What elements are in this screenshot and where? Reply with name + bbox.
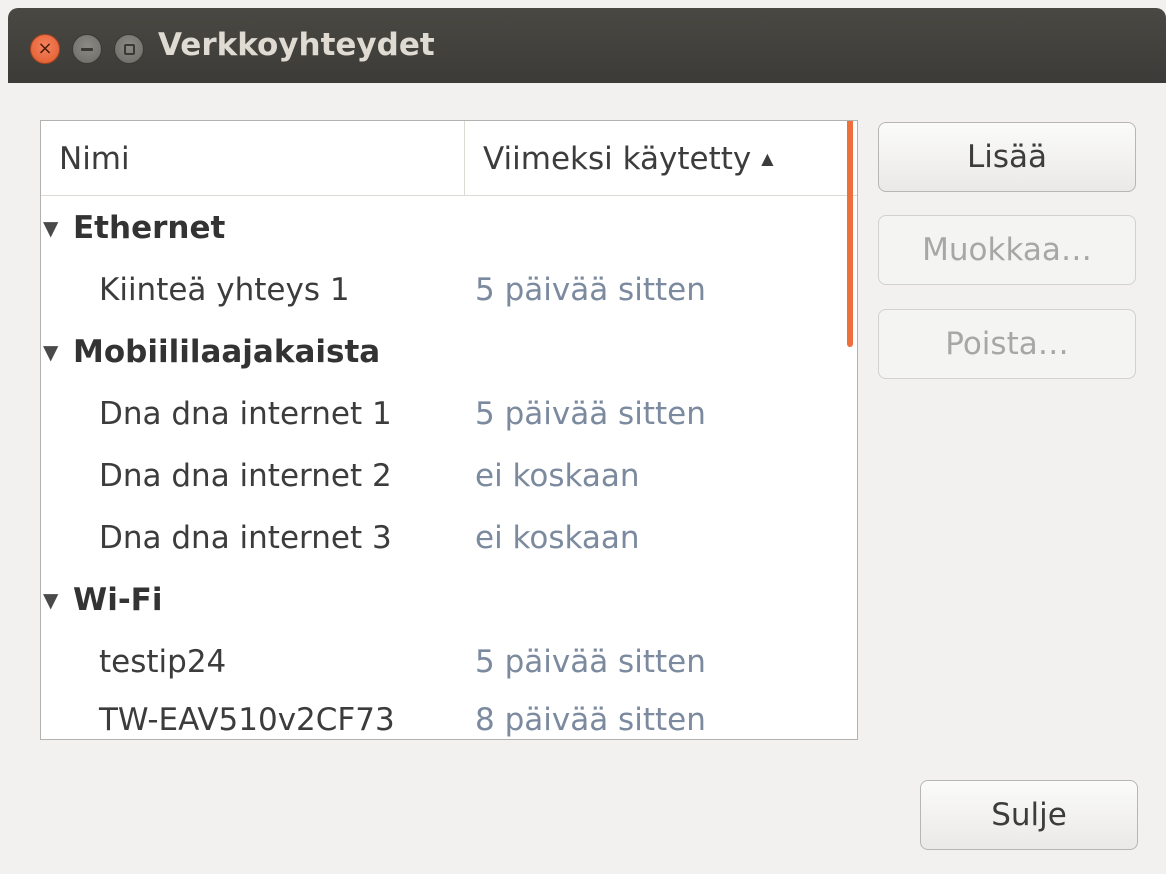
column-header-name-label: Nimi (59, 141, 130, 177)
window-minimize-button[interactable] (72, 34, 102, 64)
list-header: Nimi Viimeksi käytetty ▲ (41, 121, 857, 196)
expander-icon[interactable]: ▼ (43, 197, 58, 259)
group-row-ethernet[interactable]: ▼ Ethernet (41, 197, 857, 259)
connection-last-used: 5 päivää sitten (475, 272, 706, 308)
minimize-icon (81, 47, 93, 51)
delete-button: Poista… (878, 309, 1136, 379)
connection-last-used: ei koskaan (475, 520, 640, 556)
window-title: Verkkoyhteydet (158, 27, 435, 63)
list-scrollbar[interactable] (847, 121, 853, 347)
list-item[interactable]: testip24 5 päivää sitten (41, 631, 857, 693)
connection-name: Dna dna internet 1 (99, 396, 392, 432)
connections-list[interactable]: Nimi Viimeksi käytetty ▲ ▼ Ethernet Kiint… (40, 120, 858, 740)
close-icon: × (37, 38, 53, 59)
expander-icon[interactable]: ▼ (43, 321, 58, 383)
connection-name: Dna dna internet 3 (99, 520, 392, 556)
column-header-last-used[interactable]: Viimeksi käytetty ▲ (465, 121, 857, 195)
list-item[interactable]: Dna dna internet 1 5 päivää sitten (41, 383, 857, 445)
column-header-name[interactable]: Nimi (41, 121, 465, 195)
connection-last-used: 5 päivää sitten (475, 644, 706, 680)
add-button[interactable]: Lisää (878, 122, 1136, 192)
list-item[interactable]: Dna dna internet 2 ei koskaan (41, 445, 857, 507)
window-maximize-button[interactable] (114, 34, 144, 64)
group-name: Ethernet (73, 210, 226, 246)
window-titlebar[interactable]: × Verkkoyhteydet (8, 8, 1166, 83)
window-close-button[interactable]: × (30, 34, 60, 64)
connection-last-used: ei koskaan (475, 458, 640, 494)
close-dialog-button[interactable]: Sulje (920, 780, 1138, 850)
group-name: Mobiililaajakaista (73, 334, 381, 370)
connection-name: Kiinteä yhteys 1 (99, 272, 350, 308)
connection-name: TW-EAV510v2CF73 (99, 702, 395, 738)
connection-name: testip24 (99, 644, 227, 680)
list-item[interactable]: Kiinteä yhteys 1 5 päivää sitten (41, 259, 857, 321)
group-row-wifi[interactable]: ▼ Wi-Fi (41, 569, 857, 631)
edit-button: Muokkaa… (878, 215, 1136, 285)
group-name: Wi-Fi (73, 582, 163, 618)
sort-ascending-icon: ▲ (761, 149, 774, 168)
list-item[interactable]: Dna dna internet 3 ei koskaan (41, 507, 857, 569)
connection-name: Dna dna internet 2 (99, 458, 392, 494)
list-item[interactable]: TW-EAV510v2CF73 8 päivää sitten (41, 689, 857, 739)
column-header-last-used-label: Viimeksi käytetty (483, 141, 752, 177)
connection-last-used: 8 päivää sitten (475, 702, 706, 738)
maximize-icon (123, 43, 135, 55)
connection-last-used: 5 päivää sitten (475, 396, 706, 432)
group-row-mobile-broadband[interactable]: ▼ Mobiililaajakaista (41, 321, 857, 383)
expander-icon[interactable]: ▼ (43, 569, 58, 631)
